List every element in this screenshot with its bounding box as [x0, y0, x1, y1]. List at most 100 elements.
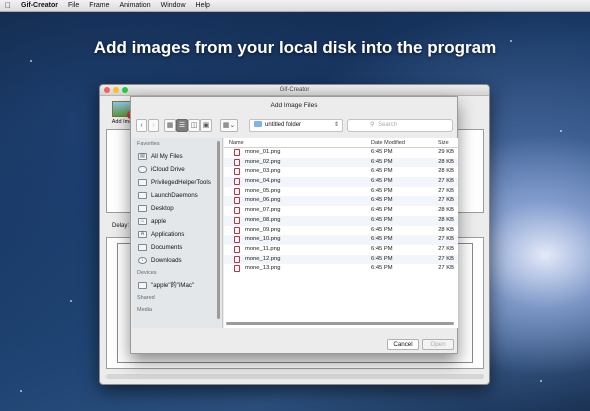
media-heading: Media: [137, 307, 152, 313]
sidebar-item-icloud-drive[interactable]: iCloud Drive: [132, 163, 222, 176]
file-row[interactable]: mone_06.png 6:45 PM 27 KB: [224, 196, 458, 207]
sidebar-item-label: iCloud Drive: [151, 166, 185, 173]
file-name: mone_10.png: [245, 236, 281, 243]
apple-menu-icon[interactable]: : [0, 1, 16, 10]
sidebar-scrollbar[interactable]: [217, 141, 220, 319]
sidebar-item-launchdaemons[interactable]: LaunchDaemons: [132, 189, 222, 202]
sidebar-item-desktop[interactable]: Desktop: [132, 202, 222, 215]
file-date: 6:45 PM: [371, 187, 393, 194]
file-row[interactable]: mone_01.png 6:45 PM 29 KB: [224, 148, 458, 158]
arrange-button[interactable]: ▦⌄: [220, 119, 238, 132]
sidebar-item-all-my-files[interactable]: ▤ All My Files: [132, 150, 222, 163]
sidebar-item-label: PrivilegedHelperTools: [151, 179, 211, 186]
file-row[interactable]: mone_08.png 6:45 PM 28 KB: [224, 215, 458, 226]
dialog-title: Add Image Files: [270, 102, 318, 109]
png-file-icon: [234, 187, 240, 195]
menu-help[interactable]: Help: [191, 2, 215, 9]
sidebar-item-documents[interactable]: Documents: [132, 241, 222, 254]
column-header-date-modified[interactable]: Date Modified: [371, 140, 405, 146]
shared-heading: Shared: [137, 295, 155, 301]
sidebar-item-label: Applications: [151, 231, 185, 238]
sidebar-item-label: "apple"的"iMac": [151, 282, 195, 289]
file-name: mone_08.png: [245, 216, 281, 223]
column-view-button[interactable]: ◫: [188, 119, 200, 132]
close-window-icon[interactable]: [104, 87, 110, 93]
cloud-icon: [138, 166, 147, 173]
column-header-size[interactable]: Size: [438, 140, 449, 146]
file-row[interactable]: mone_12.png 6:45 PM 27 KB: [224, 254, 458, 265]
star: [70, 300, 72, 302]
file-size: 29 KB: [438, 149, 454, 155]
back-button[interactable]: ‹: [136, 119, 147, 132]
star: [20, 390, 22, 392]
sidebar-item-label: LaunchDaemons: [151, 192, 198, 199]
minimize-window-icon[interactable]: [113, 87, 119, 93]
sidebar-item-privilegedhelpertools[interactable]: PrivilegedHelperTools: [132, 176, 222, 189]
menu-animation[interactable]: Animation: [114, 2, 155, 9]
file-row[interactable]: mone_13.png 6:45 PM 27 KB: [224, 264, 458, 274]
download-icon: ↓: [138, 257, 147, 264]
dialog-sidebar: Favorites ▤ All My Files iCloud Drive Pri…: [132, 138, 223, 328]
file-date: 6:45 PM: [371, 197, 393, 204]
file-list-scrollbar[interactable]: [226, 322, 454, 325]
menu-app-name[interactable]: Gif-Creator: [16, 2, 63, 9]
file-row[interactable]: mone_09.png 6:45 PM 28 KB: [224, 226, 458, 236]
column-header-name[interactable]: Name: [229, 140, 244, 146]
sidebar-item-imac[interactable]: "apple"的"iMac": [132, 279, 222, 292]
file-name: mone_09.png: [245, 226, 281, 233]
file-row[interactable]: mone_10.png 6:45 PM 27 KB: [224, 235, 458, 245]
png-file-icon: [234, 236, 240, 244]
file-date: 6:45 PM: [371, 245, 393, 252]
cancel-button[interactable]: Cancel: [387, 339, 419, 350]
file-date: 6:45 PM: [371, 236, 393, 243]
list-view-button[interactable]: ☰: [176, 119, 188, 132]
sidebar-item-downloads[interactable]: ↓ Downloads: [132, 254, 222, 267]
file-row[interactable]: mone_05.png 6:45 PM 27 KB: [224, 187, 458, 197]
cover-flow-button[interactable]: ▣: [200, 119, 212, 132]
file-row[interactable]: mone_03.png 6:45 PM 28 KB: [224, 167, 458, 177]
menu-frame[interactable]: Frame: [84, 2, 114, 9]
folder-popup[interactable]: untitled folder ⇕: [249, 119, 343, 132]
search-icon: ⚲: [370, 122, 375, 128]
applications-icon: A: [138, 231, 147, 238]
file-date: 6:45 PM: [371, 149, 393, 155]
zoom-window-icon[interactable]: [122, 87, 128, 93]
file-row[interactable]: mone_07.png 6:45 PM 28 KB: [224, 206, 458, 216]
sidebar-item-label: Documents: [151, 244, 183, 251]
file-name: mone_01.png: [245, 149, 281, 155]
file-size: 27 KB: [438, 255, 454, 262]
file-date: 6:45 PM: [371, 178, 393, 185]
add-image-icon: +: [112, 101, 135, 119]
menu-window[interactable]: Window: [156, 2, 191, 9]
headline: Add images from your local disk into the…: [93, 38, 497, 57]
file-row[interactable]: mone_02.png 6:45 PM 28 KB: [224, 157, 458, 168]
updown-arrow-icon: ⇕: [333, 122, 339, 128]
app-scrollbar[interactable]: [106, 374, 484, 379]
folder-icon: [138, 179, 147, 186]
file-row[interactable]: mone_11.png 6:45 PM 27 KB: [224, 245, 458, 255]
menu-file[interactable]: File: [63, 2, 84, 9]
file-date: 6:45 PM: [371, 168, 393, 175]
sidebar-item-label: All My Files: [151, 153, 183, 160]
file-size: 28 KB: [438, 226, 454, 233]
app-window-title: Gif-Creator: [279, 87, 310, 93]
file-size: 28 KB: [438, 158, 454, 165]
devices-heading: Devices: [137, 270, 157, 276]
file-name: mone_03.png: [245, 168, 281, 175]
file-date: 6:45 PM: [371, 216, 393, 223]
file-list: Name Date Modified Size mone_01.png 6:45 …: [224, 138, 458, 328]
open-button[interactable]: Open: [422, 339, 454, 350]
forward-button[interactable]: ›: [148, 119, 159, 132]
icon-view-button[interactable]: ▦: [164, 119, 176, 132]
file-row[interactable]: mone_04.png 6:45 PM 27 KB: [224, 177, 458, 187]
png-file-icon: [234, 158, 240, 166]
png-file-icon: [234, 197, 240, 205]
sidebar-item-applications[interactable]: A Applications: [132, 228, 222, 241]
search-field[interactable]: ⚲ Search: [347, 119, 453, 132]
png-file-icon: [234, 168, 240, 176]
file-size: 27 KB: [438, 197, 454, 204]
computer-icon: [138, 282, 147, 289]
sidebar-item-apple[interactable]: ⌂ apple: [132, 215, 222, 228]
png-file-icon: [234, 245, 240, 253]
file-name: mone_04.png: [245, 178, 281, 185]
